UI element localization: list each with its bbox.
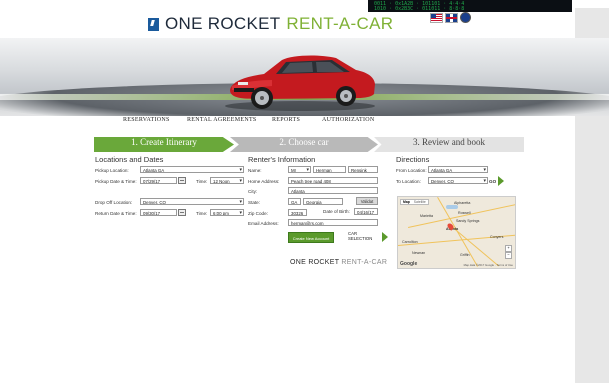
calendar-icon[interactable]	[178, 209, 186, 216]
pickup-location-label: Pickup Location:	[95, 168, 129, 173]
email-input[interactable]: herman@rs.com	[288, 219, 378, 226]
step-review-and-book[interactable]: 3. Review and book	[374, 137, 524, 152]
go-arrow-icon[interactable]	[498, 176, 504, 186]
map-tab[interactable]: Map	[403, 200, 410, 204]
map-city-label: Griffin	[460, 253, 470, 257]
map-city-label: Alpharetta	[454, 201, 471, 205]
return-time-select[interactable]: 6:00 pm	[210, 209, 244, 216]
map-type-control[interactable]: Map Satellite	[400, 199, 429, 205]
from-location-label: From Location:	[396, 168, 427, 173]
map-city-label: Newnan	[412, 251, 426, 255]
next-arrow-icon[interactable]	[382, 232, 388, 242]
state-name-input[interactable]: Georgia	[303, 198, 343, 205]
progress-steps: 1. Create Itinerary 2. Choose car 3. Rev…	[94, 137, 524, 152]
rocket-logo-icon	[148, 17, 159, 31]
brand-name-part1: ONE ROCKET	[165, 14, 281, 33]
us-flag-icon[interactable]	[430, 12, 443, 23]
pickup-date-input[interactable]: 07/29/17	[140, 177, 177, 184]
brand-name-part2: RENT-A-CAR	[286, 14, 394, 33]
nav-reservations[interactable]: RESERVATIONS	[123, 117, 170, 123]
language-selector	[430, 12, 471, 23]
map-city-label: Conyers	[490, 235, 504, 239]
nav-authorization[interactable]: AUTHORIZATION	[322, 117, 375, 123]
brand-logo[interactable]: ONE ROCKET RENT-A-CAR	[148, 14, 393, 34]
footer-brand-part1: ONE ROCKET	[290, 259, 340, 266]
hero-banner	[0, 38, 609, 116]
dropoff-location-select[interactable]: Denver, CO	[140, 198, 244, 205]
main-nav: RESERVATIONS RENTAL AGREEMENTS REPORTS A…	[0, 116, 609, 130]
calendar-icon[interactable]	[178, 177, 186, 184]
to-location-select[interactable]: Denver, CO	[428, 177, 488, 184]
first-name-input[interactable]: Herman	[313, 166, 346, 173]
uk-flag-icon[interactable]	[445, 12, 458, 23]
state-code-input[interactable]: GA	[288, 198, 301, 205]
last-name-input[interactable]: Rensink	[348, 166, 378, 173]
red-car-image	[225, 55, 375, 111]
go-label[interactable]: GO	[489, 179, 496, 184]
nav-rental-agreements[interactable]: RENTAL AGREEMENTS	[187, 117, 257, 123]
highway-line	[452, 227, 499, 267]
dropoff-location-label: Drop Off Location:	[95, 200, 133, 205]
home-address-label: Home Address:	[248, 179, 280, 184]
city-label: City:	[248, 189, 258, 194]
dob-input[interactable]: 04/16/17	[354, 208, 378, 215]
google-logo: Google	[400, 261, 418, 267]
map-city-label: Marietta	[420, 214, 433, 218]
return-datetime-label: Return Date & Time:	[95, 211, 137, 216]
footer-brand-part2: RENT-A-CAR	[341, 259, 388, 266]
zoom-in-icon[interactable]: +	[505, 245, 512, 252]
city-input[interactable]: Atlanta	[288, 187, 378, 194]
map-city-label: Carrollton	[402, 240, 418, 244]
validate-button[interactable]: Validat	[356, 197, 378, 205]
map-city-label: Sandy Springs	[456, 219, 480, 223]
email-label: Email Address:	[248, 221, 279, 226]
return-time-label: Time:	[196, 211, 208, 216]
pickup-time-label: Time:	[196, 179, 208, 184]
locations-title: Locations and Dates	[95, 155, 164, 164]
car-selection-link[interactable]: CAR SELECTION	[348, 231, 376, 241]
lake-shape	[446, 205, 458, 209]
name-label: Name:	[248, 168, 262, 173]
create-account-button[interactable]: Create New Account	[288, 232, 334, 243]
map-city-label: Roswell	[458, 211, 471, 215]
satellite-tab[interactable]: Satellite	[414, 200, 426, 204]
state-label: State:	[248, 200, 261, 205]
background-terminal-window: 0011 · 0x1A2B · 101101 · 4·4·4 1010 · 0x…	[368, 0, 572, 12]
step-create-itinerary[interactable]: 1. Create Itinerary	[94, 137, 234, 152]
itinerary-form: Locations and Dates Pickup Location: Atl…	[94, 152, 524, 383]
home-address-input[interactable]: Peach tree road 408	[288, 177, 378, 184]
renter-title: Renter's Information	[248, 155, 316, 164]
directions-title: Directions	[396, 155, 430, 164]
route-map[interactable]: Map Satellite Alpharetta Marietta Roswel…	[397, 196, 516, 269]
zoom-out-icon[interactable]: −	[505, 252, 512, 259]
to-location-label: To Location:	[396, 179, 421, 184]
pickup-datetime-label: Pickup Date & Time:	[95, 179, 137, 184]
step-choose-car[interactable]: 2. Choose car	[230, 137, 378, 152]
zip-label: Zip Code:	[248, 211, 268, 216]
globe-flag-icon[interactable]	[460, 12, 471, 23]
nav-reports[interactable]: REPORTS	[272, 117, 300, 123]
dob-label: Date of Birth:	[323, 209, 350, 214]
title-select[interactable]: Mr	[288, 166, 311, 173]
footer-brand: ONE ROCKET RENT-A-CAR	[290, 259, 387, 266]
from-location-select[interactable]: Atlanta GA	[428, 166, 488, 173]
pickup-time-select[interactable]: 12 Noon	[210, 177, 244, 184]
page: 0011 · 0x1A2B · 101101 · 4·4·4 1010 · 0x…	[0, 0, 609, 383]
pickup-location-select[interactable]: Atlanta GA	[140, 166, 244, 173]
return-date-input[interactable]: 09/30/17	[140, 209, 177, 216]
zip-input[interactable]: 30326	[288, 209, 307, 216]
map-attribution[interactable]: Map data ©2017 Google · Terms of Use	[464, 263, 513, 267]
